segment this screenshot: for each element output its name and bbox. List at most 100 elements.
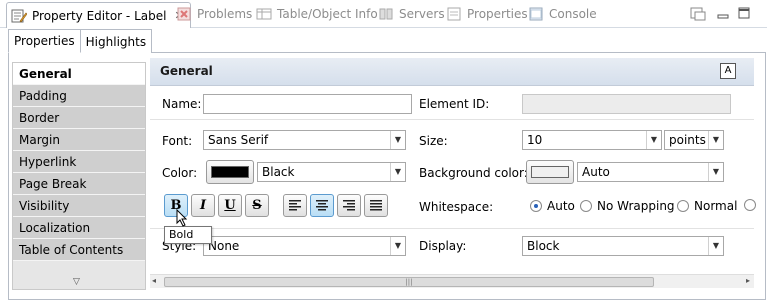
scroll-right-icon[interactable]: ▸ bbox=[746, 276, 750, 285]
tab-highlights[interactable]: Highlights bbox=[80, 29, 153, 53]
color-label: Color: bbox=[162, 166, 198, 180]
category-margin[interactable]: Margin bbox=[13, 129, 145, 151]
size-label: Size: bbox=[419, 134, 448, 148]
display-combo[interactable]: Block ▼ bbox=[522, 236, 724, 256]
radio-label: Normal bbox=[694, 199, 738, 213]
name-label: Name: bbox=[162, 97, 202, 111]
size-unit-value: points bbox=[669, 133, 706, 147]
problems-icon bbox=[176, 6, 192, 22]
align-left-icon bbox=[289, 200, 301, 211]
scroll-left-icon[interactable]: ◂ bbox=[152, 276, 156, 285]
scroll-down-icon[interactable]: ▽ bbox=[73, 277, 80, 287]
tab-property-editor[interactable]: Property Editor - Label ✕ bbox=[6, 2, 191, 28]
background-color-combo[interactable]: Auto ▼ bbox=[577, 162, 724, 182]
display-value: Block bbox=[527, 239, 560, 253]
display-label: Display: bbox=[419, 239, 467, 253]
radio-icon bbox=[580, 200, 592, 212]
chevron-down-icon[interactable]: ▼ bbox=[390, 163, 405, 181]
category-page-break[interactable]: Page Break bbox=[13, 173, 145, 195]
table-icon bbox=[256, 6, 272, 22]
tab-label: Properties bbox=[467, 7, 528, 21]
chevron-down-icon[interactable]: ▼ bbox=[646, 131, 661, 149]
category-table-of-contents[interactable]: Table of Contents bbox=[13, 239, 145, 261]
tab-properties-sub[interactable]: Properties bbox=[8, 29, 81, 53]
background-color-value: Auto bbox=[582, 165, 610, 179]
section-header: General A bbox=[150, 58, 754, 86]
tab-label: Problems bbox=[197, 7, 253, 21]
element-id-field bbox=[522, 94, 731, 114]
italic-button[interactable]: I bbox=[191, 194, 215, 217]
whitespace-auto-radio[interactable]: Auto bbox=[530, 199, 575, 213]
horizontal-scrollbar[interactable]: ◂ ||| ▸ bbox=[150, 274, 754, 288]
color-combo[interactable]: Black ▼ bbox=[257, 162, 406, 182]
font-label: Font: bbox=[162, 134, 193, 148]
chevron-down-icon[interactable]: ▼ bbox=[390, 237, 405, 255]
radio-icon bbox=[744, 199, 756, 211]
color-swatch bbox=[211, 166, 249, 178]
chevron-down-icon[interactable]: ▼ bbox=[390, 131, 405, 149]
background-color-picker-button[interactable] bbox=[526, 160, 574, 184]
category-visibility[interactable]: Visibility bbox=[13, 195, 145, 217]
divider bbox=[150, 119, 754, 120]
tab-label: Servers bbox=[399, 7, 445, 21]
background-color-label: Background color: bbox=[419, 166, 528, 180]
justify-button[interactable] bbox=[364, 194, 388, 217]
radio-label: Auto bbox=[547, 199, 575, 213]
category-hyperlink[interactable]: Hyperlink bbox=[13, 151, 145, 173]
category-general[interactable]: General bbox=[13, 63, 145, 85]
servers-icon bbox=[378, 6, 394, 22]
whitespace-more-radio[interactable] bbox=[744, 199, 761, 211]
tab-properties[interactable]: Properties bbox=[446, 3, 528, 25]
tab-label: Table/Object Info bbox=[277, 7, 378, 21]
justify-icon bbox=[370, 200, 382, 211]
align-center-button[interactable] bbox=[310, 194, 334, 217]
align-right-button[interactable] bbox=[337, 194, 361, 217]
style-value: None bbox=[208, 239, 240, 253]
chevron-down-icon[interactable]: ▼ bbox=[708, 131, 723, 149]
name-field[interactable] bbox=[203, 94, 412, 114]
align-right-icon bbox=[343, 200, 355, 211]
tab-label: Console bbox=[549, 7, 597, 21]
category-padding[interactable]: Padding bbox=[13, 85, 145, 107]
whitespace-no-wrapping-radio[interactable]: No Wrapping bbox=[580, 199, 675, 213]
tab-table-object-info[interactable]: Table/Object Info bbox=[256, 3, 378, 25]
properties-icon bbox=[446, 6, 462, 22]
strikethrough-button[interactable]: S bbox=[245, 194, 269, 217]
whitespace-label: Whitespace: bbox=[419, 200, 494, 214]
element-id-label: Element ID: bbox=[419, 97, 490, 111]
align-left-button[interactable] bbox=[283, 194, 307, 217]
style-combo[interactable]: None ▼ bbox=[203, 236, 406, 256]
property-editor-icon bbox=[11, 8, 28, 24]
general-section: General A Name: Element ID: Font: Sans S… bbox=[150, 58, 756, 290]
size-unit-combo[interactable]: points ▼ bbox=[664, 130, 724, 150]
radio-selected-icon bbox=[530, 200, 542, 212]
whitespace-normal-radio[interactable]: Normal bbox=[677, 199, 737, 213]
chevron-down-icon[interactable]: ▼ bbox=[708, 163, 723, 181]
view-tab-bar: Property Editor - Label ✕ Problems Table… bbox=[0, 0, 767, 28]
restore-defaults-icon[interactable]: A bbox=[720, 63, 736, 79]
size-value: 10 bbox=[527, 133, 543, 147]
tab-servers[interactable]: Servers bbox=[378, 3, 445, 25]
chevron-down-icon[interactable]: ▼ bbox=[708, 237, 723, 255]
open-console-icon[interactable] bbox=[690, 6, 706, 21]
category-border[interactable]: Border bbox=[13, 107, 145, 129]
scrollbar-thumb[interactable]: ||| bbox=[164, 277, 654, 287]
category-localization[interactable]: Localization bbox=[13, 217, 145, 239]
category-list: General Padding Border Margin Hyperlink … bbox=[12, 62, 146, 290]
color-picker-button[interactable] bbox=[206, 160, 254, 184]
tab-label: Property Editor - Label bbox=[32, 8, 167, 23]
radio-icon bbox=[677, 200, 689, 212]
font-combo[interactable]: Sans Serif ▼ bbox=[203, 130, 406, 150]
minimize-icon[interactable] bbox=[716, 6, 730, 20]
console-icon bbox=[528, 6, 544, 22]
radio-label: No Wrapping bbox=[597, 199, 675, 213]
bold-tooltip: Bold bbox=[164, 226, 212, 244]
tab-console[interactable]: Console bbox=[528, 3, 597, 25]
section-title: General bbox=[160, 64, 213, 78]
underline-button[interactable]: U bbox=[218, 194, 242, 217]
align-center-icon bbox=[316, 200, 328, 211]
color-value: Black bbox=[262, 165, 295, 179]
tab-problems[interactable]: Problems bbox=[176, 3, 252, 25]
size-combo[interactable]: 10 ▼ bbox=[522, 130, 662, 150]
maximize-icon[interactable] bbox=[737, 6, 751, 20]
